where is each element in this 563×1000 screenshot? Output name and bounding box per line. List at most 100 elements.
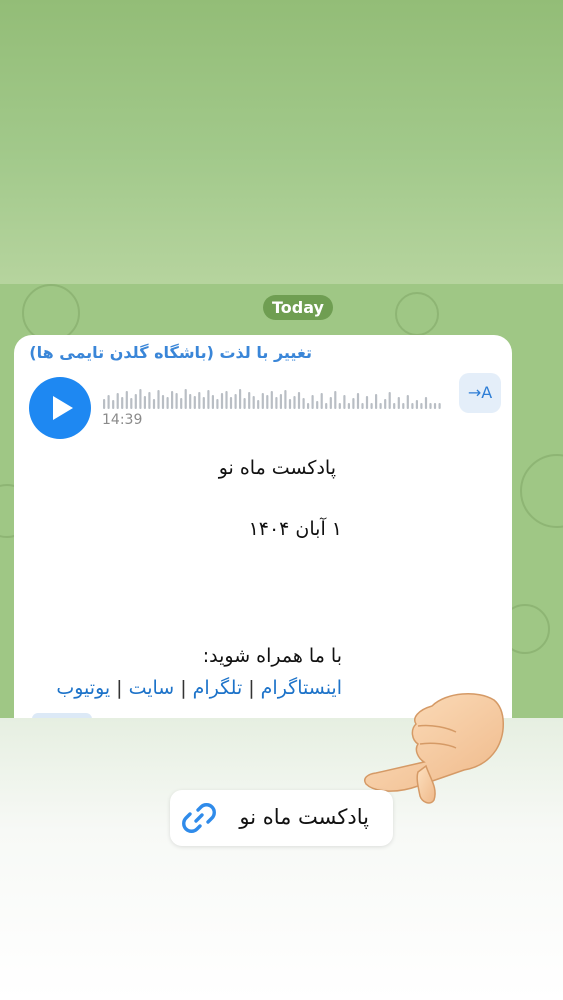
waveform-bar bbox=[257, 400, 260, 409]
waveform-bar bbox=[302, 398, 305, 409]
waveform-bar bbox=[429, 403, 432, 409]
waveform-bar bbox=[261, 393, 264, 409]
wallpaper-doodle bbox=[520, 454, 563, 528]
waveform-bar bbox=[107, 395, 110, 409]
waveform-bar bbox=[189, 394, 192, 409]
waveform-bar bbox=[424, 397, 428, 409]
waveform-bar bbox=[365, 396, 369, 409]
waveform-bar bbox=[239, 389, 242, 409]
waveform-bar bbox=[225, 391, 228, 409]
waveform-bar bbox=[343, 395, 346, 409]
waveform-bar bbox=[266, 395, 269, 409]
waveform-bar bbox=[307, 403, 310, 409]
waveform-bar bbox=[166, 397, 169, 409]
waveform-bar bbox=[121, 397, 124, 409]
wallpaper-top bbox=[0, 0, 563, 284]
social-links: اینستاگرام|تلگرام|سایت|یوتیوب bbox=[56, 677, 342, 699]
waveform-bar bbox=[211, 395, 214, 409]
waveform-bar bbox=[125, 391, 128, 409]
waveform-bar bbox=[130, 398, 133, 409]
waveform-bar bbox=[248, 392, 251, 409]
waveform-bar bbox=[406, 395, 409, 409]
waveform-bar bbox=[334, 391, 337, 409]
link-separator: | bbox=[248, 677, 255, 699]
waveform-bar bbox=[320, 393, 323, 409]
voice-waveform[interactable] bbox=[103, 385, 443, 409]
waveform-bar bbox=[234, 394, 237, 409]
waveform-bar bbox=[112, 400, 115, 409]
waveform-bar bbox=[325, 403, 328, 409]
wallpaper-doodle bbox=[395, 292, 439, 336]
link-icon bbox=[182, 803, 216, 833]
link-site[interactable]: سایت bbox=[129, 677, 175, 699]
waveform-bar bbox=[220, 393, 224, 409]
message-bubble[interactable]: تغییر با لذت (باشگاه گلدن تایمی ها) 14:3… bbox=[14, 335, 512, 718]
waveform-bar bbox=[139, 389, 142, 409]
wallpaper-doodle bbox=[22, 284, 80, 342]
waveform-bar bbox=[270, 391, 273, 409]
waveform-bar bbox=[375, 394, 378, 409]
waveform-bar bbox=[193, 396, 196, 409]
waveform-bar bbox=[393, 403, 396, 409]
waveform-bar bbox=[103, 399, 106, 409]
waveform-bar bbox=[347, 403, 350, 409]
waveform-bar bbox=[288, 399, 292, 409]
waveform-bar bbox=[379, 403, 382, 409]
waveform-bar bbox=[415, 400, 418, 409]
voice-duration: 14:39 bbox=[102, 412, 143, 428]
link-preview-chip[interactable]: پادکست ماه نو bbox=[170, 790, 393, 846]
date-separator: Today bbox=[263, 295, 333, 320]
waveform-bar bbox=[175, 393, 178, 409]
waveform-bar bbox=[438, 403, 441, 409]
waveform-bar bbox=[275, 397, 278, 409]
waveform-bar bbox=[180, 398, 183, 409]
link-separator: | bbox=[116, 677, 123, 699]
waveform-bar bbox=[198, 392, 201, 409]
waveform-bar bbox=[207, 390, 210, 409]
waveform-bar bbox=[384, 399, 387, 409]
follow-text: با ما همراه شوید: bbox=[202, 645, 342, 667]
waveform-bar bbox=[148, 392, 151, 409]
message-title: پادکست ماه نو bbox=[218, 457, 336, 479]
waveform-bar bbox=[420, 403, 423, 409]
waveform-bar bbox=[184, 389, 187, 409]
waveform-bar bbox=[311, 395, 314, 409]
reaction-badge[interactable] bbox=[32, 713, 92, 718]
waveform-bar bbox=[279, 394, 282, 409]
waveform-bar bbox=[229, 397, 233, 409]
link-youtube[interactable]: یوتیوب bbox=[56, 677, 110, 699]
waveform-bar bbox=[361, 403, 364, 409]
waveform-bar bbox=[388, 392, 391, 409]
waveform-bar bbox=[134, 394, 137, 409]
message-date: ۱ آبان ۱۴۰۴ bbox=[248, 518, 342, 540]
waveform-bar bbox=[161, 395, 165, 409]
waveform-bar bbox=[370, 403, 373, 409]
link-telegram[interactable]: تلگرام bbox=[193, 677, 243, 699]
waveform-bar bbox=[356, 393, 360, 409]
waveform-bar bbox=[411, 403, 414, 409]
waveform-bar bbox=[171, 391, 174, 409]
link-instagram[interactable]: اینستاگرام bbox=[261, 677, 342, 699]
link-chip-label: پادکست ماه نو bbox=[239, 805, 369, 829]
waveform-bar bbox=[352, 398, 355, 409]
sender-name[interactable]: تغییر با لذت (باشگاه گلدن تایمی ها) bbox=[29, 343, 312, 362]
waveform-bar bbox=[157, 390, 160, 409]
waveform-bar bbox=[316, 401, 319, 409]
play-button[interactable] bbox=[29, 377, 91, 439]
waveform-bar bbox=[216, 399, 219, 409]
link-separator: | bbox=[180, 677, 187, 699]
translate-button[interactable]: →A bbox=[459, 373, 501, 413]
waveform-bar bbox=[329, 397, 332, 409]
waveform-bar bbox=[293, 396, 296, 409]
waveform-bar bbox=[116, 393, 119, 409]
waveform-bar bbox=[402, 403, 405, 409]
waveform-bar bbox=[143, 396, 146, 409]
pointing-hand-icon bbox=[364, 693, 504, 804]
waveform-bar bbox=[433, 403, 437, 409]
waveform-bar bbox=[297, 392, 301, 409]
waveform-bar bbox=[243, 398, 246, 409]
waveform-bar bbox=[152, 399, 156, 409]
waveform-bar bbox=[202, 397, 205, 409]
waveform-bar bbox=[252, 396, 255, 409]
waveform-bar bbox=[397, 397, 400, 409]
